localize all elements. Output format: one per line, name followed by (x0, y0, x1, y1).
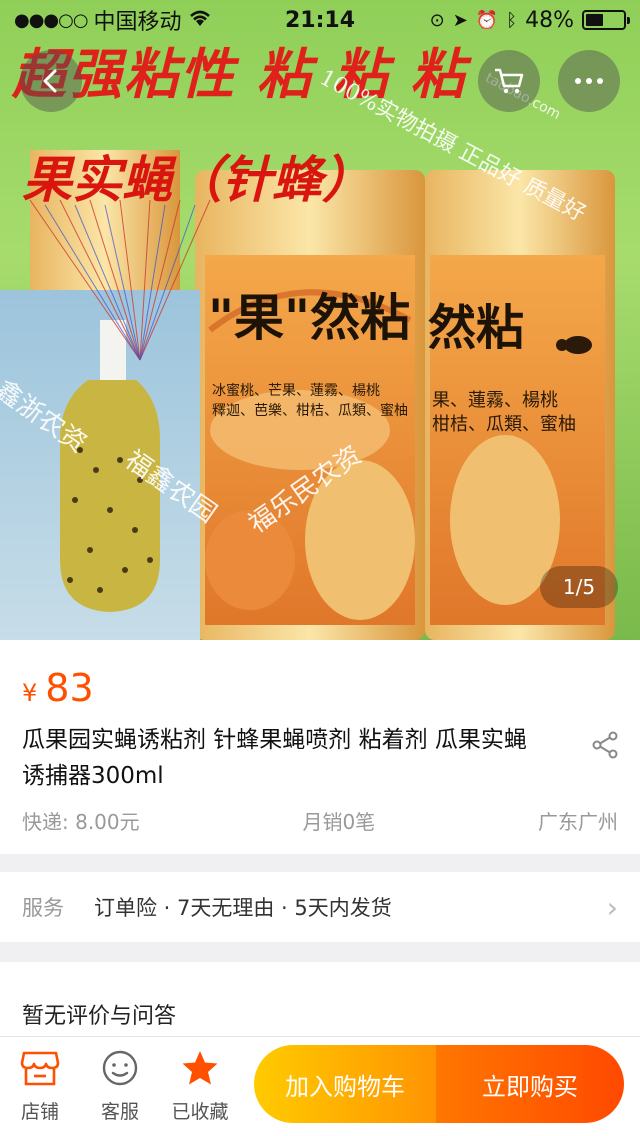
can-fruits-line-2: 釋迦、芭樂、柑桔、瓜類、蜜柚 (212, 403, 408, 419)
product-info-card: ¥ 83 瓜果园实蝇诱粘剂 针蜂果蝇喷剂 粘着剂 瓜果实蝇诱捕器300ml 快递… (0, 640, 640, 854)
bottom-action-bar: 店铺 客服 已收藏 加入购物车 立即购买 (0, 1036, 640, 1136)
can-fruits-line-3: 果、蓮霧、楊桃 (432, 390, 558, 411)
customer-service-button[interactable]: 客服 (80, 1045, 160, 1124)
purchase-actions: 加入购物车 立即购买 (254, 1045, 624, 1123)
shipping-fee: 快递: 8.00元 (22, 810, 140, 834)
battery-icon (582, 10, 630, 30)
price: ¥ 83 (22, 666, 94, 710)
price-symbol: ¥ (22, 679, 38, 707)
can-brand-text: "果"然粘 (208, 288, 411, 347)
wifi-icon (188, 9, 212, 32)
monthly-sales: 月销0笔 (302, 810, 376, 834)
status-bar: ●●●○○ 中国移动 21:14 ⊙ ➤ ⏰ ᛒ 48% (0, 0, 640, 40)
more-icon (575, 78, 603, 84)
back-icon (43, 69, 57, 93)
orientation-lock-icon: ⊙ (429, 9, 445, 31)
price-value: 83 (45, 666, 94, 710)
star-icon (182, 1051, 218, 1085)
customer-service-icon (102, 1050, 138, 1086)
product-image-gallery[interactable]: 超强粘性 粘 粘 粘 果实蝇（针蜂） 100%实物拍摄 正品好 质量好 taob… (0, 0, 640, 640)
share-icon (592, 731, 618, 759)
service-label: 服务 (22, 896, 64, 920)
can-fruits-line-1: 冰蜜桃、芒果、蓮霧、楊桃 (212, 383, 380, 399)
cart-icon (495, 68, 524, 94)
cart-button[interactable] (478, 50, 540, 112)
ship-from-location: 广东广州 (538, 810, 618, 834)
product-title: 瓜果园实蝇诱粘剂 针蜂果蝇喷剂 粘着剂 瓜果实蝇诱捕器300ml (22, 727, 527, 789)
shop-button[interactable]: 店铺 (0, 1045, 80, 1124)
can-brand-text-2: 然粘 (428, 300, 525, 356)
back-button[interactable] (20, 50, 82, 112)
favorite-label: 已收藏 (171, 1101, 229, 1123)
more-button[interactable] (558, 50, 620, 112)
reviews-section: 暂无评价与问答 (0, 962, 640, 1042)
signal-icon: ●●●○○ (14, 9, 89, 31)
battery-percent: 48% (525, 7, 574, 33)
add-to-cart-button[interactable]: 加入购物车 (254, 1045, 436, 1123)
banner-subheadline: 果实蝇（针蜂） (22, 150, 372, 209)
reviews-empty-title: 暂无评价与问答 (22, 1004, 177, 1029)
alarm-icon: ⏰ (475, 9, 499, 31)
chevron-right-icon: › (606, 890, 618, 924)
customer-service-label: 客服 (100, 1101, 139, 1123)
buy-now-button[interactable]: 立即购买 (436, 1045, 624, 1123)
can-fruits-line-4: 柑桔、瓜類、蜜柚 (432, 414, 576, 435)
shop-icon (20, 1051, 60, 1086)
product-meta: 快递: 8.00元 月销0笔 广东广州 (22, 806, 618, 835)
share-button[interactable] (590, 730, 620, 760)
bluetooth-icon: ᛒ (506, 9, 518, 31)
favorite-button[interactable]: 已收藏 (160, 1045, 240, 1124)
carrier-name: 中国移动 (93, 10, 182, 35)
service-row[interactable]: 服务 订单险 · 7天无理由 · 5天内发货 › (0, 872, 640, 942)
location-icon: ➤ (452, 9, 468, 31)
shop-label: 店铺 (20, 1101, 59, 1123)
battery-level (586, 14, 604, 26)
service-guarantees: 订单险 · 7天无理由 · 5天内发货 (94, 896, 392, 920)
clock: 21:14 (284, 7, 356, 33)
gallery-page-indicator: 1/5 (540, 566, 618, 608)
